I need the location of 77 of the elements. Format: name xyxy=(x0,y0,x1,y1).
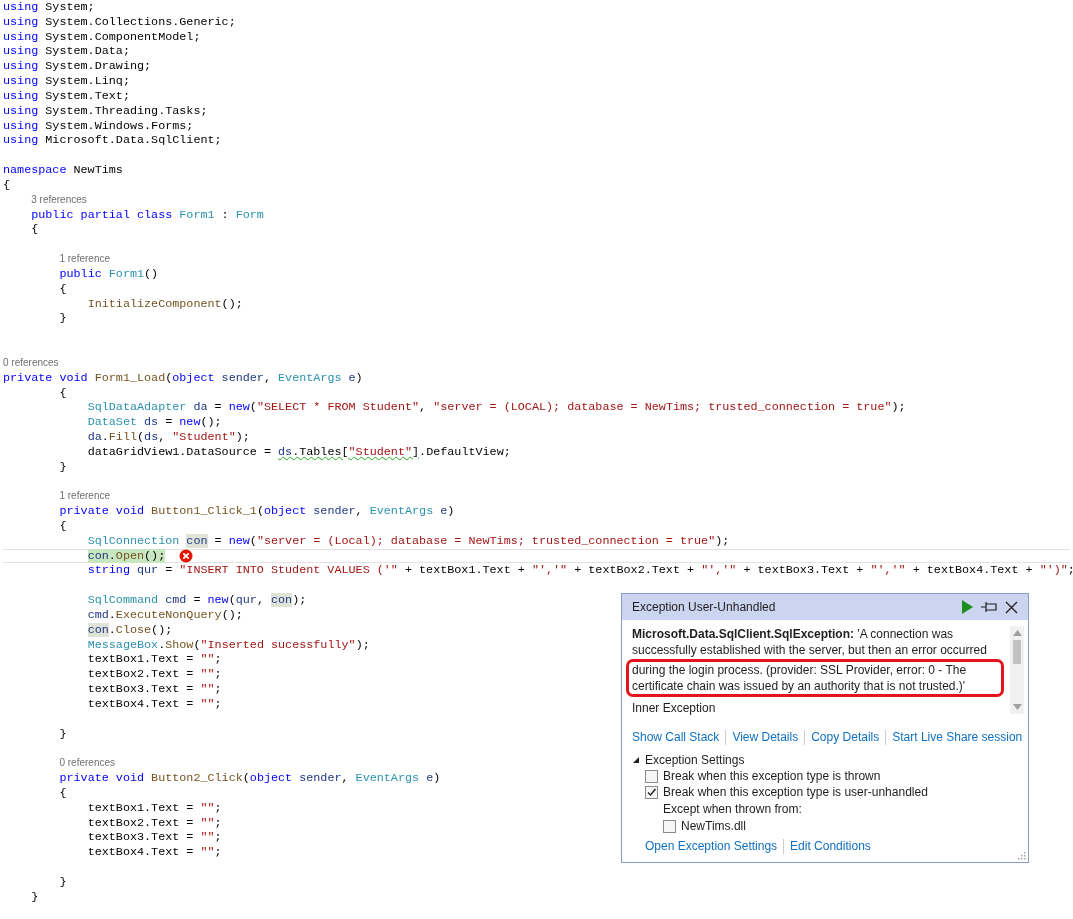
action-link[interactable]: Edit Conditions xyxy=(790,839,871,853)
code-line: private void Form1_Load(object sender, EventArgs e) xyxy=(3,370,363,386)
code-line: string qur = "INSERT INTO Student VALUES ('" + textBox1.Text + "','" + textBox2.Text + "','" + textBox3.Text + "','" + textBox4.Text + "')"; xyxy=(87,563,1073,579)
code-line: using System.Drawing; xyxy=(3,59,152,75)
code-line: } xyxy=(59,874,67,890)
code-line: using System.Linq; xyxy=(3,74,130,89)
code-line: using System.Collections.Generic; xyxy=(3,14,236,30)
code-line: DataSet ds = new(); xyxy=(87,415,222,430)
checkbox-label: NewTims.dll xyxy=(681,819,746,833)
code-line: textBox2.Text = ""; xyxy=(87,667,222,683)
except-label: Except when thrown from: xyxy=(663,801,803,818)
settings-heading: Exception Settings xyxy=(645,753,745,767)
checkbox-label: Break when this exception type is user-unhandled xyxy=(663,785,928,799)
code-line: da.Fill(ds, "Student"); xyxy=(87,430,250,445)
pin-icon[interactable] xyxy=(981,601,997,613)
action-link[interactable]: View Details xyxy=(732,730,799,744)
code-line: using System; xyxy=(3,0,95,15)
checkbox-label: Break when this exception type is thrown xyxy=(663,769,881,783)
code-line: { xyxy=(59,519,67,534)
code-line: textBox3.Text = ""; xyxy=(87,830,222,846)
code-line: { xyxy=(3,177,11,193)
code-line: cmd.ExecuteNonQuery(); xyxy=(87,607,243,623)
code-line: textBox4.Text = ""; xyxy=(87,696,222,712)
popup-title: Exception User-Unhandled xyxy=(632,600,776,614)
code-line: } xyxy=(59,726,67,742)
code-line: using System.Windows.Forms; xyxy=(3,118,194,134)
code-line: { xyxy=(59,785,67,801)
code-line: dataGridView1.DataSource = ds.Tables["Student"].DefaultView; xyxy=(87,444,511,460)
code-line: } xyxy=(59,459,67,475)
highlighted-message: during the login process. (provider: SSL Provider, error: 0 - The certificate chain was issued by an authority that is not trusted.)' xyxy=(632,662,968,694)
expander-icon[interactable] xyxy=(632,756,640,764)
code-line: using System.Threading.Tasks; xyxy=(3,103,208,119)
codelens-link[interactable]: 1 reference xyxy=(59,252,110,267)
code-line: private void Button2_Click(object sender, EventArgs e) xyxy=(59,771,441,786)
checkbox[interactable] xyxy=(645,785,658,799)
code-line: textBox4.Text = ""; xyxy=(87,845,222,861)
code-line: textBox2.Text = ""; xyxy=(87,815,222,831)
checkbox[interactable] xyxy=(645,769,658,783)
codelens-link[interactable]: 3 references xyxy=(31,192,87,208)
code-line: using System.Text; xyxy=(3,88,130,104)
close-icon[interactable] xyxy=(1005,600,1018,614)
scroll-up-icon[interactable] xyxy=(1012,630,1022,636)
scroll-thumb[interactable] xyxy=(1013,640,1021,664)
code-line: { xyxy=(59,281,67,297)
code-line: namespace NewTims xyxy=(3,163,123,178)
inner-exception-label: Inner Exception xyxy=(632,700,717,716)
code-line: SqlDataAdapter da = new("SELECT * FROM Student", "server = (LOCAL); database = NewTims; trusted_connection = true"); xyxy=(87,400,906,416)
codelens-link[interactable]: 1 reference xyxy=(59,489,110,505)
code-line: { xyxy=(59,385,67,401)
continue-icon[interactable] xyxy=(961,600,973,614)
code-line: using Microsoft.Data.SqlClient; xyxy=(3,133,222,149)
code-line: textBox1.Text = ""; xyxy=(87,800,222,816)
code-line: SqlCommand cmd = new(qur, con); xyxy=(87,593,307,608)
code-line: public partial class Form1 : Form xyxy=(31,207,264,223)
scrollbar[interactable] xyxy=(1010,626,1024,714)
code-line: private void Button1_Click_1(object sender, EventArgs e) xyxy=(59,504,455,519)
code-line: textBox3.Text = ""; xyxy=(87,682,222,697)
code-line: InitializeComponent(); xyxy=(87,296,243,312)
action-link[interactable]: Show Call Stack xyxy=(632,730,720,744)
code-line: SqlConnection con = new("server = (Local); database = NewTims; trusted_connection = true"); xyxy=(87,533,730,549)
code-line: textBox1.Text = ""; xyxy=(87,652,222,668)
code-line: public Form1() xyxy=(59,266,159,282)
code-line: using System.ComponentModel; xyxy=(3,29,201,45)
resize-grip-icon[interactable] xyxy=(1017,851,1026,860)
code-line: MessageBox.Show("Inserted sucessfully"); xyxy=(87,637,370,653)
code-line: { xyxy=(31,222,39,238)
codelens-link[interactable]: 0 references xyxy=(3,355,59,371)
code-line: using System.Data; xyxy=(3,44,130,60)
action-link[interactable]: Start Live Share session xyxy=(892,730,1023,744)
code-line: } xyxy=(31,889,39,905)
code-line: } xyxy=(59,311,67,327)
action-link[interactable]: Open Exception Settings xyxy=(645,839,778,853)
code-line: con.Close(); xyxy=(87,622,173,638)
codelens-link[interactable]: 0 references xyxy=(59,756,115,772)
action-link[interactable]: Copy Details xyxy=(811,730,880,744)
checkbox[interactable] xyxy=(663,819,676,833)
scroll-down-icon[interactable] xyxy=(1012,704,1022,710)
